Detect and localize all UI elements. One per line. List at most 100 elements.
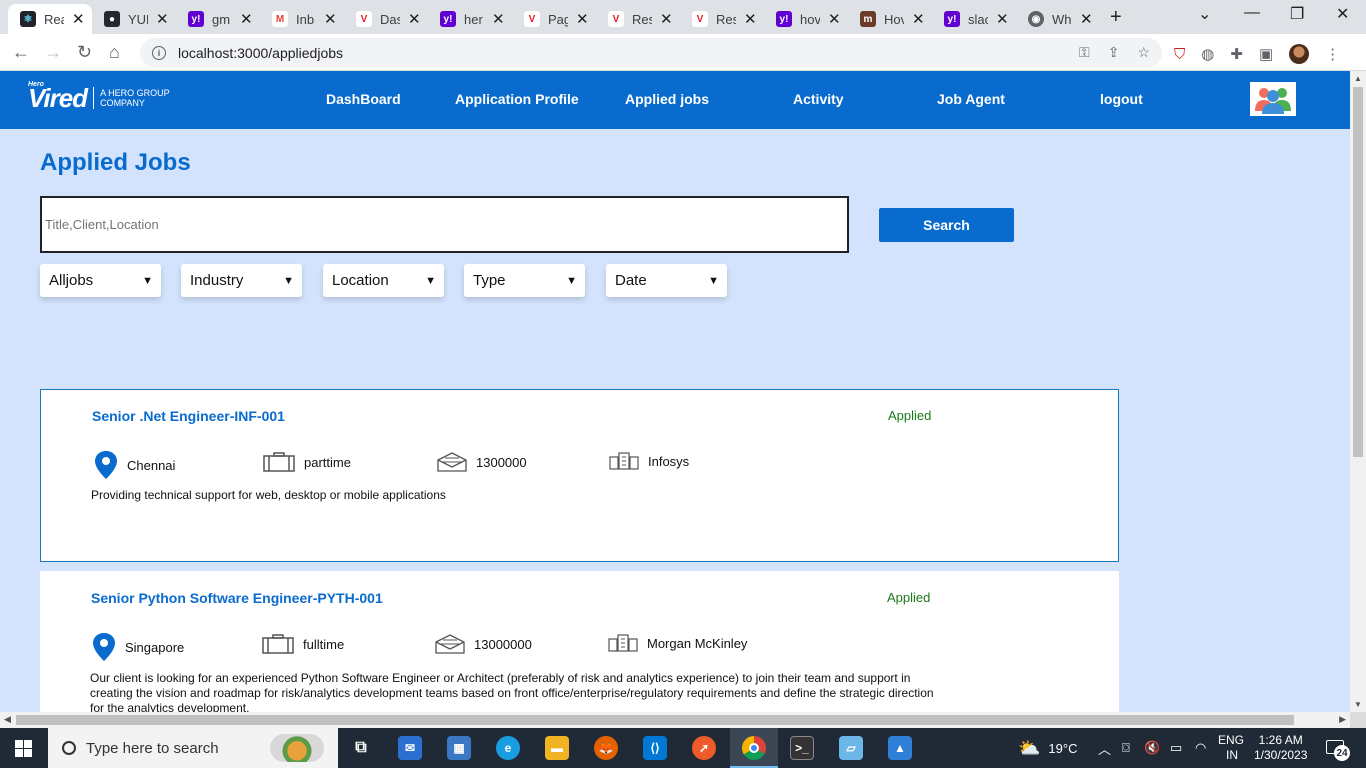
close-tab-icon[interactable]: ✕ <box>156 10 169 28</box>
browser-tab[interactable]: V Pag ✕ <box>524 4 589 34</box>
nav-logout[interactable]: logout <box>1100 91 1143 107</box>
photos-icon[interactable]: ▲ <box>888 736 912 760</box>
close-tab-icon[interactable]: ✕ <box>996 10 1009 28</box>
job-card[interactable]: Senior .Net Engineer-INF-001 Applied Che… <box>40 389 1119 562</box>
notification-center-icon[interactable]: 24 <box>1326 738 1350 761</box>
extension-shield-icon[interactable]: ⛉ <box>1174 46 1185 63</box>
reload-icon[interactable]: ↻ <box>77 42 92 63</box>
back-arrow-icon[interactable]: ← <box>12 42 30 63</box>
notepad-icon[interactable]: ▱ <box>839 736 863 760</box>
tray-battery-icon[interactable]: ▭ <box>1170 728 1182 768</box>
terminal-icon[interactable]: >_ <box>790 736 814 760</box>
close-tab-icon[interactable]: ✕ <box>492 10 505 28</box>
browser-tab[interactable]: M Inb ✕ <box>272 4 337 34</box>
taskbar-search-box[interactable]: Type here to search <box>48 728 338 768</box>
nav-dashboard[interactable]: DashBoard <box>326 91 401 107</box>
tray-language[interactable]: ENG IN <box>1218 728 1244 768</box>
scroll-right-arrow-icon[interactable]: ▶ <box>1339 714 1346 725</box>
tray-volume-mute-icon[interactable]: 🔇 <box>1144 728 1160 768</box>
filter-industry-select[interactable]: Industry ▼ <box>181 264 302 297</box>
nav-applied-jobs[interactable]: Applied jobs <box>625 91 709 107</box>
tray-meet-icon[interactable]: ⌼ <box>1122 728 1130 768</box>
close-tab-icon[interactable]: ✕ <box>324 10 337 28</box>
browser-tab[interactable]: m Hov ✕ <box>860 4 925 34</box>
tray-wifi-icon[interactable]: ◠ <box>1195 728 1206 768</box>
mail-icon[interactable]: ✉ <box>398 736 422 760</box>
vertical-scrollbar[interactable]: ▲ ▼ <box>1350 71 1366 712</box>
filter-location-select[interactable]: Location ▼ <box>323 264 444 297</box>
store-icon[interactable]: ▦ <box>447 736 471 760</box>
close-tab-icon[interactable]: ✕ <box>912 10 925 28</box>
nav-job-agent[interactable]: Job Agent <box>937 91 1005 107</box>
browser-tab[interactable]: y! gm ✕ <box>188 4 253 34</box>
taskbar-search-placeholder: Type here to search <box>86 739 219 757</box>
key-icon[interactable]: ⚿ <box>1079 44 1090 61</box>
job-title[interactable]: Senior Python Software Engineer-PYTH-001 <box>91 590 383 606</box>
menu-kebab-icon[interactable]: ⋮ <box>1325 45 1340 63</box>
globe-icon: ◉ <box>1028 11 1044 27</box>
vired-logo[interactable]: Hero Vired A HERO GROUP COMPANY <box>28 81 170 111</box>
browser-tab[interactable]: ◉ Wh ✕ <box>1028 4 1093 34</box>
browser-tab-active[interactable]: ⚛ Rea ✕ <box>8 4 92 34</box>
horizontal-scrollbar[interactable]: ◀ ▶ <box>0 712 1350 728</box>
tray-clock[interactable]: 1:26 AM 1/30/2023 <box>1254 728 1307 768</box>
home-icon[interactable]: ⌂ <box>109 42 120 63</box>
close-tab-icon[interactable]: ✕ <box>660 10 673 28</box>
side-panel-icon[interactable]: ▣ <box>1259 45 1273 63</box>
close-tab-icon[interactable]: ✕ <box>1080 10 1093 28</box>
site-info-icon[interactable]: i <box>152 45 166 60</box>
omnibox[interactable]: i localhost:3000/appliedjobs ⚿ ⇪ ☆ <box>140 38 1162 67</box>
filter-alljobs-select[interactable]: Alljobs ▼ <box>40 264 161 297</box>
search-button[interactable]: Search <box>879 208 1014 242</box>
browser-tab[interactable]: V Res ✕ <box>608 4 673 34</box>
scroll-up-arrow-icon[interactable]: ▲ <box>1354 74 1362 83</box>
horizontal-scroll-thumb[interactable] <box>16 715 1294 725</box>
task-view-icon[interactable]: ⧉ <box>349 736 373 760</box>
user-group-icon[interactable] <box>1250 82 1296 116</box>
postman-icon[interactable]: ➚ <box>692 736 716 760</box>
windows-start-icon[interactable] <box>15 740 32 757</box>
share-icon[interactable]: ⇪ <box>1108 44 1120 61</box>
job-title[interactable]: Senior .Net Engineer-INF-001 <box>92 408 285 424</box>
nav-activity[interactable]: Activity <box>793 91 844 107</box>
chrome-taskbar-active[interactable] <box>730 728 778 768</box>
edge-icon[interactable]: e <box>496 736 520 760</box>
browser-tab[interactable]: y! slac ✕ <box>944 4 1009 34</box>
close-tab-icon[interactable]: ✕ <box>576 10 589 28</box>
browser-tab[interactable]: ● YUE ✕ <box>104 4 169 34</box>
close-window-button[interactable]: ✕ <box>1336 4 1349 24</box>
browser-tab[interactable]: y! hov ✕ <box>776 4 841 34</box>
job-salary: 1300000 <box>437 452 527 472</box>
new-tab-button[interactable]: + <box>1110 6 1122 29</box>
scroll-down-arrow-icon[interactable]: ▼ <box>1354 700 1362 709</box>
file-explorer-icon[interactable]: ▬ <box>545 736 569 760</box>
close-tab-icon[interactable]: ✕ <box>744 10 757 28</box>
close-tab-icon[interactable]: ✕ <box>72 10 85 28</box>
minimize-button[interactable]: — <box>1244 4 1260 22</box>
close-tab-icon[interactable]: ✕ <box>408 10 421 28</box>
extension-compass-icon[interactable]: ◍ <box>1201 45 1214 63</box>
bookmark-star-icon[interactable]: ☆ <box>1137 44 1150 61</box>
scroll-left-arrow-icon[interactable]: ◀ <box>4 714 11 725</box>
search-input[interactable] <box>40 196 849 253</box>
browser-tab[interactable]: V Das ✕ <box>356 4 421 34</box>
maximize-button[interactable]: ❐ <box>1290 4 1304 24</box>
close-tab-icon[interactable]: ✕ <box>240 10 253 28</box>
profile-avatar[interactable] <box>1289 44 1310 64</box>
filter-date-select[interactable]: Date ▼ <box>606 264 727 297</box>
weather-widget[interactable]: ⛅ 19°C <box>1018 728 1077 768</box>
browser-tab[interactable]: V Res ✕ <box>692 4 757 34</box>
tab-search-chevron-icon[interactable]: ⌄ <box>1198 4 1211 24</box>
forward-arrow-icon[interactable]: → <box>44 42 62 63</box>
vertical-scroll-thumb[interactable] <box>1353 87 1363 457</box>
job-card[interactable]: Senior Python Software Engineer-PYTH-001… <box>40 571 1119 712</box>
close-tab-icon[interactable]: ✕ <box>828 10 841 28</box>
extensions-puzzle-icon[interactable]: ✚ <box>1230 45 1243 63</box>
vscode-icon[interactable]: ⟨⟩ <box>643 736 667 760</box>
browser-tab[interactable]: y! her ✕ <box>440 4 505 34</box>
firefox-icon[interactable]: 🦊 <box>594 736 618 760</box>
filter-type-select[interactable]: Type ▼ <box>464 264 585 297</box>
url-text[interactable]: localhost:3000/appliedjobs <box>178 45 343 61</box>
tray-chevron-up-icon[interactable]: ︿ <box>1098 728 1111 768</box>
nav-application-profile[interactable]: Application Profile <box>455 91 579 107</box>
